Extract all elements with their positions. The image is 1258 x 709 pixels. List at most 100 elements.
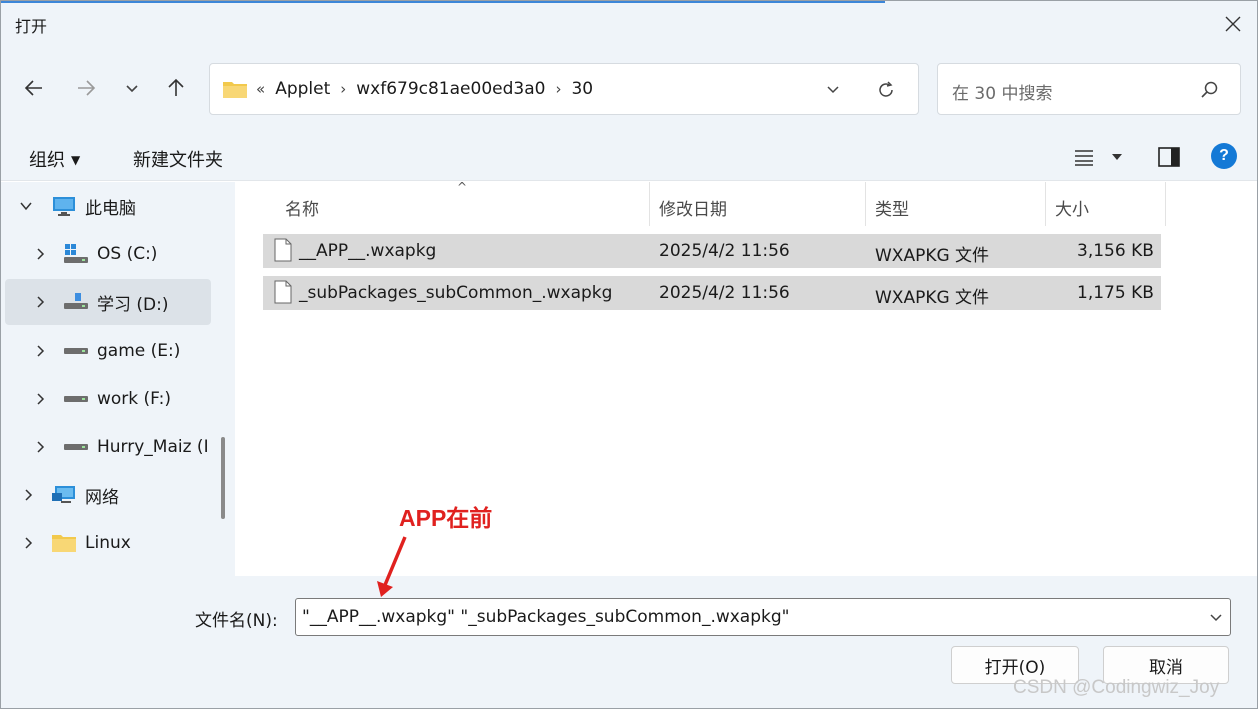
file-type: WXAPKG 文件 [875, 246, 990, 266]
navigation-pane: 此电脑 OS (C:) 学习 (D:) game (E:) work (F:) … [1, 182, 235, 576]
sidebar-item-linux[interactable]: Linux [5, 520, 211, 566]
chevron-right-icon[interactable] [31, 390, 49, 408]
list-view-icon [1075, 150, 1093, 166]
command-bar: 组织 ▼ 新建文件夹 ? [1, 133, 1257, 181]
chevron-right-icon[interactable] [31, 342, 49, 360]
chevron-down-icon [126, 85, 138, 93]
chevron-down-icon [827, 86, 839, 94]
refresh-icon [879, 81, 893, 97]
sidebar-item-label: game (E:) [97, 341, 181, 361]
sidebar-item-this-pc[interactable]: 此电脑 [5, 183, 211, 229]
chevron-right-icon[interactable] [19, 534, 37, 552]
file-list: 名称 ^ 修改日期 类型 大小 __APP__.wxapkg 2025/4/2 … [237, 180, 1257, 576]
forward-button[interactable] [71, 73, 101, 103]
sidebar-item-label: Hurry_Maiz (I [97, 437, 209, 457]
refresh-button[interactable] [874, 78, 898, 102]
sort-ascending-icon: ^ [457, 180, 468, 194]
folder-icon [51, 532, 77, 554]
file-icon [274, 280, 292, 304]
computer-icon [51, 195, 77, 217]
sidebar-item-game-e[interactable]: game (E:) [5, 328, 211, 374]
arrow-left-icon [24, 80, 42, 96]
sidebar-item-label: Linux [85, 533, 131, 553]
close-icon [1225, 16, 1241, 32]
chevron-right-icon[interactable] [31, 245, 49, 263]
file-name: __APP__.wxapkg [299, 241, 437, 261]
caret-down-icon [1112, 154, 1122, 160]
view-options-button[interactable] [1073, 143, 1133, 171]
file-name-label: 文件名(N): [195, 611, 278, 631]
column-divider[interactable] [649, 182, 650, 226]
organize-label: 组织 [29, 150, 65, 171]
chevron-right-icon[interactable] [31, 438, 49, 456]
drive-icon [63, 436, 89, 458]
file-name-field[interactable]: "__APP__.wxapkg" "_subPackages_subCommon… [295, 598, 1231, 636]
chevron-right-icon[interactable] [19, 486, 37, 504]
recent-locations-button[interactable] [117, 73, 147, 103]
open-file-dialog: 打开 « Applet › wxf679c81ae00ed3a0 › 30 在 … [0, 0, 1258, 709]
breadcrumb-current[interactable]: 30 [571, 79, 593, 99]
drive-icon [63, 388, 89, 410]
table-row[interactable]: _subPackages_subCommon_.wxapkg 2025/4/2 … [263, 276, 1161, 310]
file-name: _subPackages_subCommon_.wxapkg [299, 283, 613, 303]
file-modified: 2025/4/2 11:56 [659, 283, 790, 303]
breadcrumb-overflow[interactable]: « [256, 80, 265, 98]
chevron-down-icon[interactable] [1206, 607, 1226, 627]
sidebar-item-label: 网络 [85, 487, 119, 508]
search-placeholder: 在 30 中搜索 [952, 84, 1053, 104]
arrow-right-icon [78, 80, 96, 96]
column-header-label: 名称 [285, 199, 319, 220]
new-folder-button[interactable]: 新建文件夹 [133, 146, 223, 172]
breadcrumb-applet[interactable]: Applet [275, 79, 330, 99]
window-title: 打开 [15, 17, 48, 36]
breadcrumb-separator[interactable]: › [340, 80, 346, 98]
up-button[interactable] [161, 73, 191, 103]
sidebar-item-hurry-maiz[interactable]: Hurry_Maiz (I [5, 424, 211, 470]
sidebar-item-label: work (F:) [97, 389, 171, 409]
search-box[interactable]: 在 30 中搜索 [937, 63, 1241, 115]
column-divider[interactable] [1165, 182, 1166, 226]
help-button[interactable]: ? [1211, 143, 1237, 169]
table-row[interactable]: __APP__.wxapkg 2025/4/2 11:56 WXAPKG 文件 … [263, 234, 1161, 268]
preview-pane-icon [1158, 147, 1180, 167]
back-button[interactable] [19, 73, 49, 103]
sidebar-item-os-c[interactable]: OS (C:) [5, 231, 211, 277]
title-accent-line [1, 1, 885, 3]
file-size: 1,175 KB [1077, 283, 1154, 303]
sidebar-item-network[interactable]: 网络 [5, 472, 211, 518]
close-button[interactable] [1213, 5, 1253, 43]
breadcrumb-app-id[interactable]: wxf679c81ae00ed3a0 [356, 79, 545, 99]
usb-drive-icon [63, 291, 89, 313]
drive-icon [63, 340, 89, 362]
column-header-label: 修改日期 [659, 199, 727, 220]
organize-menu[interactable]: 组织 ▼ [29, 146, 80, 172]
sidebar-item-work-f[interactable]: work (F:) [5, 376, 211, 422]
sidebar-item-study-d[interactable]: 学习 (D:) [5, 279, 211, 325]
file-icon [274, 238, 292, 262]
column-header-type[interactable]: 类型 [875, 190, 909, 224]
breadcrumb-separator[interactable]: › [555, 80, 561, 98]
help-icon: ? [1219, 147, 1229, 164]
watermark: CSDN @Codingwiz_Joy [1013, 677, 1220, 698]
file-size: 3,156 KB [1077, 241, 1154, 261]
file-name-value: "__APP__.wxapkg" "_subPackages_subCommon… [302, 607, 790, 627]
navigation-row: « Applet › wxf679c81ae00ed3a0 › 30 在 30 … [1, 47, 1257, 133]
column-divider[interactable] [865, 182, 866, 226]
windows-drive-icon [63, 243, 89, 265]
chevron-right-icon[interactable] [31, 293, 49, 311]
annotation-arrow-icon [377, 536, 407, 597]
column-header-size[interactable]: 大小 [1055, 190, 1089, 224]
address-bar[interactable]: « Applet › wxf679c81ae00ed3a0 › 30 [209, 63, 919, 115]
column-header-modified[interactable]: 修改日期 [659, 190, 727, 224]
column-divider[interactable] [1045, 182, 1046, 226]
folder-icon [222, 79, 248, 99]
preview-pane-button[interactable] [1157, 145, 1181, 169]
address-history-button[interactable] [822, 78, 844, 100]
arrow-up-icon [168, 78, 184, 96]
sidebar-item-label: 学习 (D:) [97, 294, 169, 315]
column-header-name[interactable]: 名称 [285, 190, 319, 224]
sidebar-scrollbar[interactable] [221, 437, 225, 519]
sidebar-item-label: OS (C:) [97, 244, 158, 264]
caret-down-icon: ▼ [71, 153, 81, 167]
chevron-down-icon[interactable] [17, 197, 35, 215]
